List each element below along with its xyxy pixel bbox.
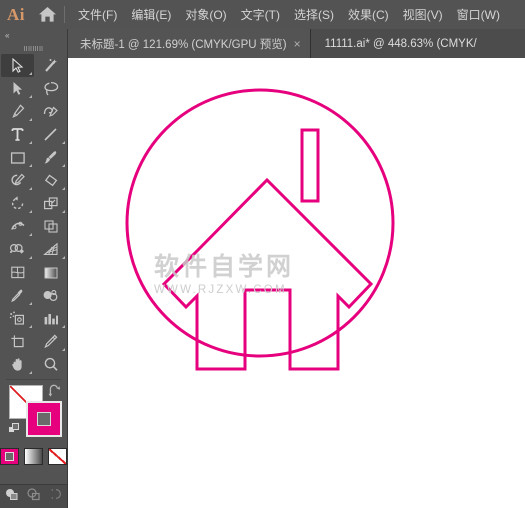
close-icon[interactable]: × [294,38,301,50]
outer-circle [125,88,395,358]
scale-tool[interactable] [34,192,67,215]
width-tool[interactable] [1,215,34,238]
color-mode-row [0,445,67,465]
menu-effect[interactable]: 效果(C) [341,4,396,26]
paintbrush-tool[interactable] [34,146,67,169]
stroke-swatch[interactable] [26,401,62,437]
menu-type[interactable]: 文字(T) [234,4,287,26]
curvature-tool[interactable] [34,100,67,123]
tools-divider [6,379,61,380]
panel-drag-handle[interactable] [0,42,67,54]
type-tool[interactable] [1,123,34,146]
draw-normal-mode[interactable] [4,487,19,506]
default-fill-stroke-icon[interactable] [8,423,21,441]
panel-header: « [0,29,67,42]
swap-fill-stroke-icon[interactable] [48,384,62,402]
draw-behind-mode[interactable] [26,487,41,506]
shape-builder-tool[interactable] [1,238,34,261]
menu-select[interactable]: 选择(S) [287,4,341,26]
magic-wand-tool[interactable] [34,54,67,77]
house-in-circle-icon[interactable] [68,58,525,508]
menu-edit[interactable]: 编辑(E) [124,4,178,26]
rectangle-tool[interactable] [1,146,34,169]
tab-title: 未标题-1 @ 121.69% (CMYK/GPU 预览) [80,38,287,51]
column-graph-tool[interactable] [34,307,67,330]
none-swatch[interactable] [48,448,67,465]
menu-view[interactable]: 视图(V) [396,4,450,26]
perspective-grid-tool[interactable] [34,238,67,261]
collapse-panel-icon[interactable]: « [5,31,10,40]
menu-object[interactable]: 对象(O) [178,4,233,26]
gradient-tool[interactable] [34,261,67,284]
menu-divider [64,6,65,23]
tab-title: 11111.ai* @ 448.63% (CMYK/ [324,37,477,50]
shaper-tool[interactable] [1,169,34,192]
color-swatch[interactable] [0,448,19,465]
zoom-tool[interactable] [34,353,67,376]
document-tab-11111[interactable]: 11111.ai* @ 448.63% (CMYK/ [310,29,525,58]
rotate-tool[interactable] [1,192,34,215]
selection-tool[interactable] [1,54,34,77]
mesh-tool[interactable] [1,261,34,284]
app-logo: Ai [7,4,25,24]
chimney [300,128,320,203]
symbol-sprayer-tool[interactable] [1,307,34,330]
direct-selection-tool[interactable] [1,77,34,100]
draw-inside-mode[interactable] [49,487,63,506]
eyedropper-tool[interactable] [1,284,34,307]
slice-tool[interactable] [34,330,67,353]
menu-window[interactable]: 窗口(W) [450,4,507,26]
blend-tool[interactable] [34,284,67,307]
menu-item-list: 文件(F) 编辑(E) 对象(O) 文字(T) 选择(S) 效果(C) 视图(V… [71,4,507,26]
home-icon[interactable] [32,6,62,23]
fill-stroke-swatches [0,383,67,445]
artboard-canvas[interactable]: 软件自学网 WWW.RJZXW.COM [68,58,525,508]
drawing-modes-bar [0,484,67,508]
free-transform-tool[interactable] [34,215,67,238]
lasso-tool[interactable] [34,77,67,100]
pen-tool[interactable] [1,100,34,123]
artboard-tool[interactable] [1,330,34,353]
line-segment-tool[interactable] [34,123,67,146]
tool-grid [0,54,67,376]
document-tab-untitled[interactable]: 未标题-1 @ 121.69% (CMYK/GPU 预览) × [68,29,311,58]
menu-bar: Ai 文件(F) 编辑(E) 对象(O) 文字(T) 选择(S) 效果(C) 视… [0,0,525,29]
gradient-swatch[interactable] [24,448,43,465]
eraser-tool[interactable] [34,169,67,192]
hand-tool[interactable] [1,353,34,376]
tools-panel: « [0,29,68,508]
illustrator-window: Ai 文件(F) 编辑(E) 对象(O) 文字(T) 选择(S) 效果(C) 视… [0,0,525,508]
menu-file[interactable]: 文件(F) [71,4,124,26]
document-tab-bar: 未标题-1 @ 121.69% (CMYK/GPU 预览) × 11111.ai… [68,29,525,58]
